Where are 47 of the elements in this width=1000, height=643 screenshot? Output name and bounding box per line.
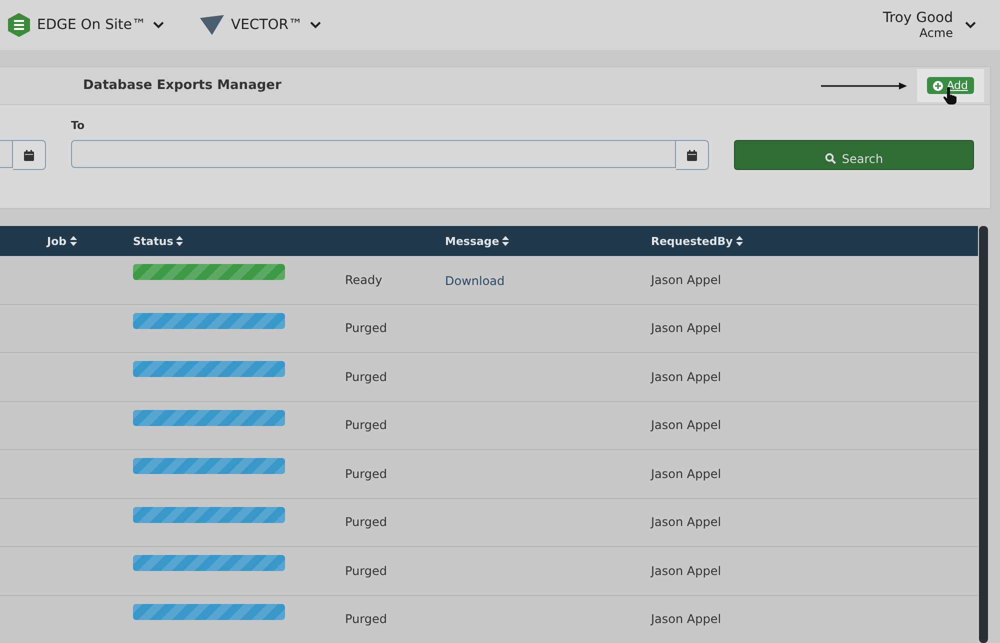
status-text: Purged xyxy=(344,564,388,578)
panel-title: Database Exports Manager xyxy=(83,78,282,93)
status-text: Purged xyxy=(344,612,388,626)
from-date-field[interactable] xyxy=(0,140,13,168)
calendar-button[interactable] xyxy=(676,140,709,170)
column-header[interactable]: Job xyxy=(0,234,133,248)
requested-by-cell-text: Jason Appel xyxy=(651,272,722,287)
search-button[interactable]: Search xyxy=(734,140,974,170)
scrollbar[interactable] xyxy=(979,226,988,643)
user-name: Troy Good xyxy=(882,10,953,26)
requested-by-cell-text: Jason Appel xyxy=(651,612,722,626)
triangle-logo-icon xyxy=(200,15,224,35)
hexagon-logo-icon xyxy=(8,13,30,37)
plus-circle-icon xyxy=(932,80,943,90)
requested-by-cell-text: Jason Appel xyxy=(651,466,722,481)
requested-by-cell-text: Jason Appel xyxy=(651,564,722,578)
company-name: Acme xyxy=(919,26,953,40)
sort-icon xyxy=(736,236,743,246)
to-date-field[interactable] xyxy=(71,140,676,168)
chevron-down-icon xyxy=(310,21,320,29)
add-button[interactable]: Add xyxy=(926,77,974,94)
column-header[interactable]: Message xyxy=(445,234,651,248)
status-text: Purged xyxy=(344,321,388,336)
sort-icon xyxy=(70,236,77,246)
search-icon xyxy=(824,153,836,164)
sort-icon xyxy=(502,236,510,246)
column-header[interactable]: RequestedBy xyxy=(651,234,978,248)
calendar-icon xyxy=(24,150,34,160)
status-text: Purged xyxy=(344,466,388,481)
status-text: Purged xyxy=(344,418,388,432)
requested-by-cell-text: Jason Appel xyxy=(651,515,722,530)
chevron-down-icon xyxy=(965,21,976,29)
app-switcher[interactable]: EDGE On Site™ xyxy=(8,13,164,37)
status-text: Purged xyxy=(344,370,388,384)
status-text: Ready xyxy=(344,272,384,287)
requested-by-cell-text: Jason Appel xyxy=(651,370,722,384)
calendar-button[interactable] xyxy=(13,140,46,170)
to-label: To xyxy=(71,119,86,132)
requested-by-cell-text: Jason Appel xyxy=(651,418,722,432)
download-link[interactable]: Download xyxy=(445,274,505,288)
app-switcher[interactable]: VECTOR™ xyxy=(200,15,320,35)
column-header[interactable]: Status xyxy=(133,234,323,248)
calendar-icon xyxy=(687,150,697,160)
chevron-down-icon xyxy=(153,21,164,29)
status-text: Purged xyxy=(344,515,388,530)
requested-by-cell-text: Jason Appel xyxy=(651,321,722,336)
sort-icon xyxy=(176,236,184,246)
